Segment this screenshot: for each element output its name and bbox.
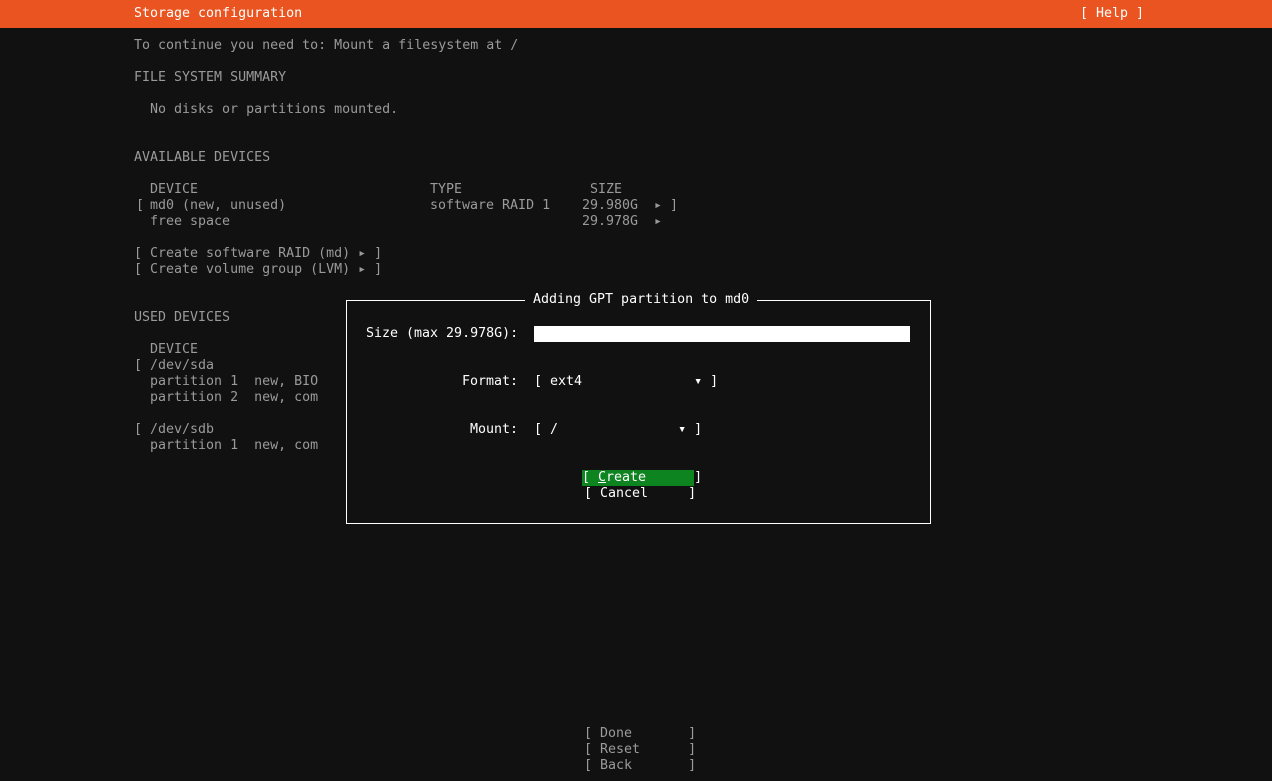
- available-devices-heading: AVAILABLE DEVICES: [134, 150, 271, 165]
- bracket: ]: [670, 198, 679, 213]
- used-column-device: DEVICE: [150, 342, 199, 357]
- add-partition-dialog: Adding GPT partition to md0 Size (max 29…: [346, 292, 931, 524]
- dialog-title: Adding GPT partition to md0: [525, 292, 758, 308]
- format-select[interactable]: [ ext4 ▾ ]: [534, 374, 718, 390]
- create-lvm-button[interactable]: [ Create volume group (LVM) ▸ ]: [134, 262, 382, 278]
- used-devices-heading: USED DEVICES: [134, 310, 231, 325]
- device-size: 29.980G: [582, 198, 639, 213]
- used-partition[interactable]: partition 1 new, BIO: [134, 374, 318, 390]
- used-partition[interactable]: partition 2 new, com: [134, 390, 318, 406]
- page-title: Storage configuration: [134, 6, 303, 21]
- column-size: SIZE: [590, 182, 623, 197]
- help-button[interactable]: [ Help ]: [1080, 6, 1144, 22]
- fs-summary-heading: FILE SYSTEM SUMMARY: [134, 70, 287, 85]
- column-device: DEVICE: [150, 182, 199, 197]
- device-name: free space: [150, 214, 231, 229]
- create-button[interactable]: [ Create ]: [582, 470, 702, 486]
- header-bar: Storage configuration [ Help ]: [0, 0, 1272, 28]
- used-device-sdb[interactable]: [ /dev/sdb: [134, 422, 214, 438]
- size-label: Size (max 29.978G):: [366, 326, 519, 341]
- bracket: [: [582, 470, 599, 485]
- used-partition[interactable]: partition 1 new, com: [134, 438, 318, 454]
- bracket: [: [136, 198, 145, 213]
- mount-select[interactable]: [ / ▾ ]: [534, 422, 702, 438]
- create-raid-button[interactable]: [ Create software RAID (md) ▸ ]: [134, 246, 382, 262]
- cancel-button[interactable]: [ Cancel ]: [584, 486, 696, 502]
- done-button[interactable]: [ Done ]: [584, 726, 696, 742]
- hotkey: C: [598, 470, 607, 485]
- column-type: TYPE: [430, 182, 463, 197]
- device-size: 29.978G: [582, 214, 639, 229]
- fs-summary-empty: No disks or partitions mounted.: [150, 102, 399, 117]
- mount-label: Mount:: [470, 422, 519, 437]
- device-name: md0 (new, unused): [150, 198, 287, 213]
- used-device-sda[interactable]: [ /dev/sda: [134, 358, 214, 374]
- back-button[interactable]: [ Back ]: [584, 758, 696, 774]
- device-type: software RAID 1: [430, 198, 551, 213]
- size-input[interactable]: [534, 326, 910, 342]
- instruction-text: To continue you need to: Mount a filesys…: [134, 38, 519, 53]
- format-label: Format:: [462, 374, 519, 389]
- menu-arrow-icon[interactable]: ▸: [654, 198, 662, 214]
- create-label: reate ]: [606, 470, 703, 485]
- reset-button[interactable]: [ Reset ]: [584, 742, 696, 758]
- menu-arrow-icon[interactable]: ▸: [654, 214, 662, 230]
